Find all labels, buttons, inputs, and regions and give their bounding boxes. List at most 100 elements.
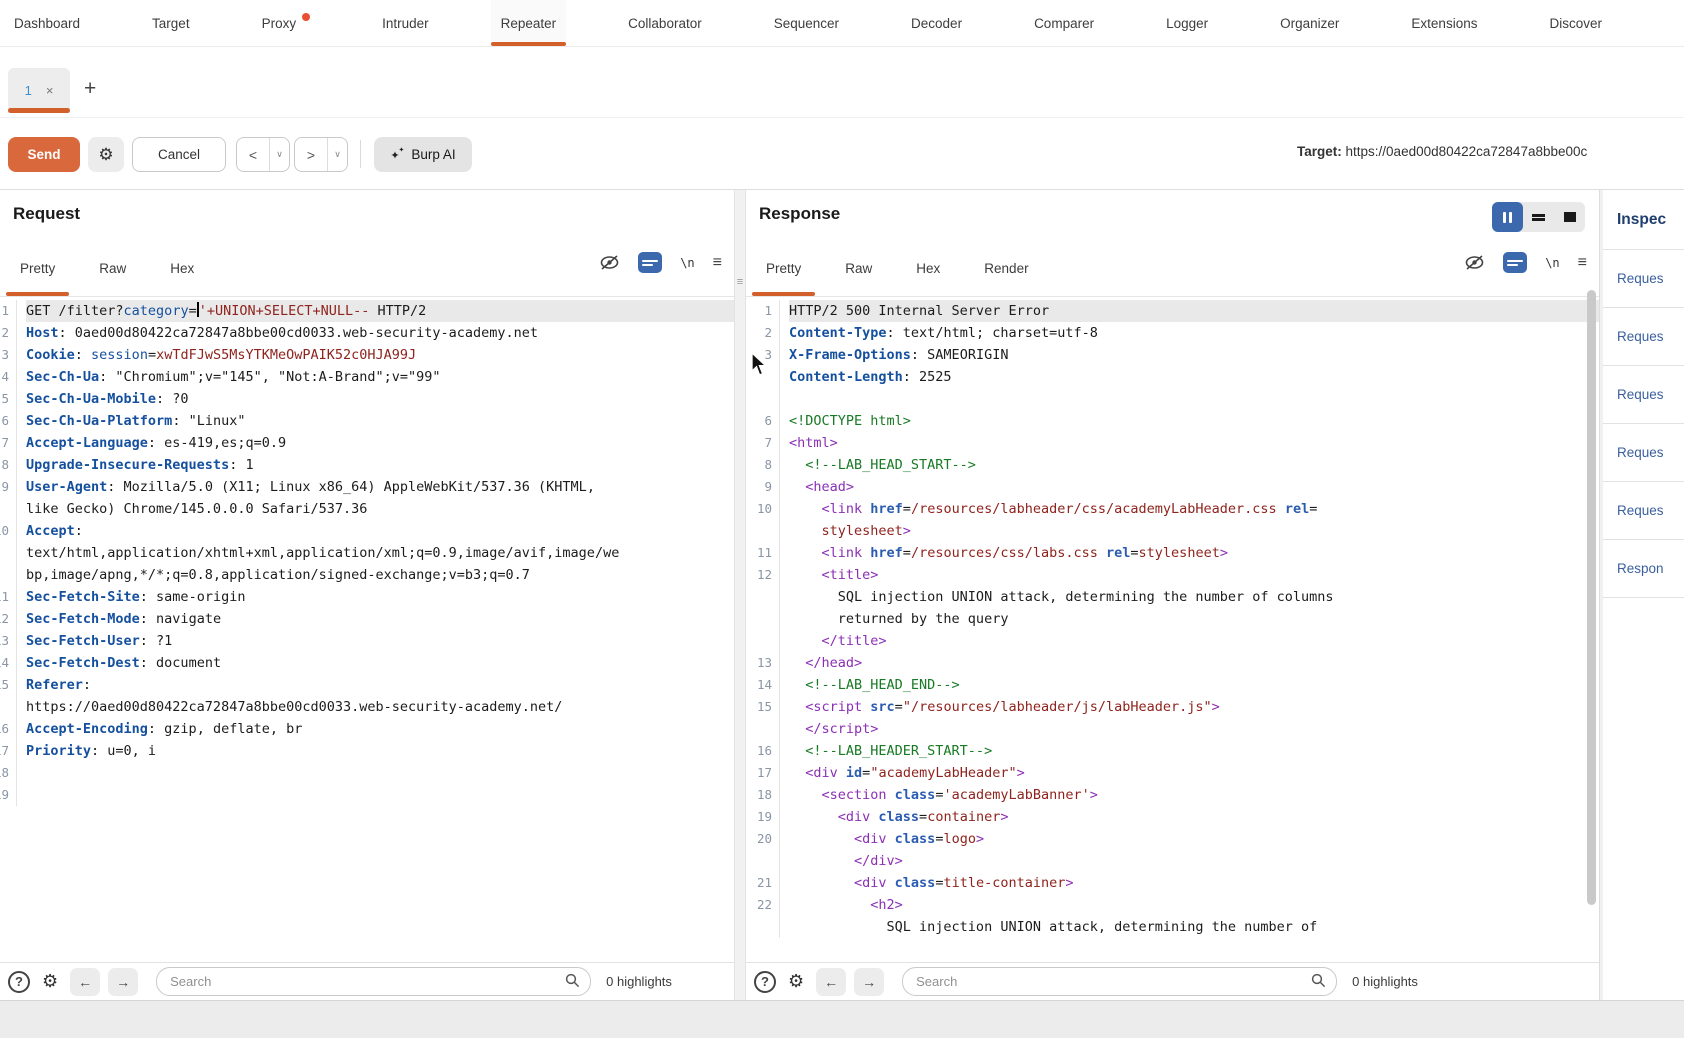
code-line[interactable]: 7Accept-Language: es-419,es;q=0.9 [0, 432, 734, 454]
code-line[interactable]: stylesheet> [746, 520, 1599, 542]
tab-target[interactable]: Target [152, 0, 190, 46]
help-icon[interactable]: ? [754, 971, 776, 993]
code-line[interactable]: 3X-Frame-Options: SAMEORIGIN [746, 344, 1599, 366]
code-line[interactable]: 13Sec-Fetch-User: ?1 [0, 630, 734, 652]
code-line[interactable]: 21 <div class=title-container> [746, 872, 1599, 894]
tab-extensions[interactable]: Extensions [1411, 0, 1477, 46]
code-line[interactable]: 11Sec-Fetch-Site: same-origin [0, 586, 734, 608]
close-tab-icon[interactable]: × [46, 83, 54, 98]
search-settings-gear-icon[interactable]: ⚙ [788, 971, 804, 992]
view-tab-pretty[interactable]: Pretty [14, 240, 61, 296]
inspector-section[interactable]: Reques [1603, 308, 1684, 366]
previous-match-button[interactable]: ← [70, 968, 100, 996]
request-editor[interactable]: 1GET /filter?category='+UNION+SELECT+NUL… [0, 298, 734, 962]
code-line[interactable]: </div> [746, 850, 1599, 872]
add-tab-button[interactable]: + [84, 77, 96, 101]
tab-proxy[interactable]: Proxy [262, 0, 311, 46]
next-match-button[interactable]: → [854, 968, 884, 996]
code-line[interactable]: 10Accept: [0, 520, 734, 542]
code-line[interactable]: 9 <head> [746, 476, 1599, 498]
view-tab-hex[interactable]: Hex [910, 240, 946, 296]
view-tab-render[interactable]: Render [978, 240, 1034, 296]
code-line[interactable]: 20 <div class=logo> [746, 828, 1599, 850]
code-line[interactable]: 8Upgrade-Insecure-Requests: 1 [0, 454, 734, 476]
code-line[interactable]: 14Sec-Fetch-Dest: document [0, 652, 734, 674]
code-line[interactable]: like Gecko) Chrome/145.0.0.0 Safari/537.… [0, 498, 734, 520]
tab-collaborator[interactable]: Collaborator [628, 0, 702, 46]
code-line[interactable]: Content-Length: 2525 [746, 366, 1599, 388]
tab-intruder[interactable]: Intruder [382, 0, 429, 46]
code-line[interactable]: SQL injection UNION attack, determining … [746, 586, 1599, 608]
send-button[interactable]: Send [8, 137, 80, 172]
code-line[interactable]: 2Content-Type: text/html; charset=utf-8 [746, 322, 1599, 344]
tab-sequencer[interactable]: Sequencer [774, 0, 839, 46]
soft-wrap-icon[interactable] [638, 252, 662, 273]
search-settings-gear-icon[interactable]: ⚙ [42, 971, 58, 992]
inspector-section[interactable]: Reques [1603, 366, 1684, 424]
code-line[interactable]: </script> [746, 718, 1599, 740]
code-line[interactable]: 15Referer: [0, 674, 734, 696]
view-tab-raw[interactable]: Raw [839, 240, 878, 296]
code-line[interactable]: 17 <div id="academyLabHeader"> [746, 762, 1599, 784]
burp-ai-button[interactable]: ✦✦ Burp AI [374, 137, 472, 172]
tab-discover[interactable]: Discover [1549, 0, 1602, 46]
panel-splitter-handle[interactable]: ≡ [735, 276, 745, 288]
response-search-input[interactable] [902, 967, 1337, 996]
code-line[interactable]: 13 </head> [746, 652, 1599, 674]
show-newlines-icon[interactable]: \n [1545, 256, 1559, 270]
pause-layout-icon[interactable] [1492, 202, 1523, 232]
view-tab-hex[interactable]: Hex [164, 240, 200, 296]
code-line[interactable]: 17Priority: u=0, i [0, 740, 734, 762]
tab-dashboard[interactable]: Dashboard [14, 0, 80, 46]
tab-repeater[interactable]: Repeater [491, 0, 567, 46]
cancel-button[interactable]: Cancel [132, 137, 226, 172]
code-line[interactable]: 11 <link href=/resources/css/labs.css re… [746, 542, 1599, 564]
code-line[interactable]: bp,image/apng,*/*;q=0.8,application/sign… [0, 564, 734, 586]
soft-wrap-icon[interactable] [1503, 252, 1527, 273]
show-newlines-icon[interactable]: \n [680, 256, 694, 270]
code-line[interactable]: 4Sec-Ch-Ua: "Chromium";v="145", "Not:A-B… [0, 366, 734, 388]
tab-logger[interactable]: Logger [1166, 0, 1208, 46]
code-line[interactable]: 2Host: 0aed00d80422ca72847a8bbe00cd0033.… [0, 322, 734, 344]
code-line[interactable]: 1HTTP/2 500 Internal Server Error [746, 300, 1599, 322]
back-button[interactable]: < [237, 138, 269, 171]
code-line[interactable]: 18 [0, 762, 734, 784]
repeater-session-tab[interactable]: 1 × [8, 68, 70, 113]
tab-decoder[interactable]: Decoder [911, 0, 962, 46]
hide-highlight-eye-slash-icon[interactable] [1464, 254, 1485, 271]
response-scrollbar-thumb[interactable] [1587, 290, 1596, 905]
inspector-section[interactable]: Respon [1603, 540, 1684, 598]
inspector-section[interactable]: Reques [1603, 482, 1684, 540]
editor-menu-icon[interactable]: ≡ [1578, 254, 1587, 272]
code-line[interactable]: 22 <h2> [746, 894, 1599, 916]
forward-button[interactable]: > [295, 138, 327, 171]
code-line[interactable]: 12Sec-Fetch-Mode: navigate [0, 608, 734, 630]
hide-highlight-eye-slash-icon[interactable] [599, 254, 620, 271]
view-tab-pretty[interactable]: Pretty [760, 240, 807, 296]
single-layout-icon[interactable] [1554, 202, 1585, 232]
code-line[interactable]: 8 <!--LAB_HEAD_START--> [746, 454, 1599, 476]
tab-organizer[interactable]: Organizer [1280, 0, 1339, 46]
code-line[interactable]: 7<html> [746, 432, 1599, 454]
back-dropdown-chevron-icon[interactable]: ∨ [269, 138, 289, 171]
code-line[interactable]: 12 <title> [746, 564, 1599, 586]
help-icon[interactable]: ? [8, 971, 30, 993]
inspector-section[interactable]: Reques [1603, 424, 1684, 482]
code-line[interactable]: 1GET /filter?category='+UNION+SELECT+NUL… [0, 300, 734, 322]
code-line[interactable]: 19 <div class=container> [746, 806, 1599, 828]
view-tab-raw[interactable]: Raw [93, 240, 132, 296]
forward-dropdown-chevron-icon[interactable]: ∨ [327, 138, 347, 171]
tab-comparer[interactable]: Comparer [1034, 0, 1094, 46]
code-line[interactable]: 14 <!--LAB_HEAD_END--> [746, 674, 1599, 696]
rows-layout-icon[interactable] [1523, 202, 1554, 232]
code-line[interactable]: 16Accept-Encoding: gzip, deflate, br [0, 718, 734, 740]
code-line[interactable]: 10 <link href=/resources/labheader/css/a… [746, 498, 1599, 520]
code-line[interactable]: returned by the query [746, 608, 1599, 630]
code-line[interactable] [746, 388, 1599, 410]
code-line[interactable]: 9User-Agent: Mozilla/5.0 (X11; Linux x86… [0, 476, 734, 498]
code-line[interactable]: 5Sec-Ch-Ua-Mobile: ?0 [0, 388, 734, 410]
code-line[interactable]: 6Sec-Ch-Ua-Platform: "Linux" [0, 410, 734, 432]
code-line[interactable]: 15 <script src="/resources/labheader/js/… [746, 696, 1599, 718]
code-line[interactable]: text/html,application/xhtml+xml,applicat… [0, 542, 734, 564]
code-line[interactable]: 18 <section class='academyLabBanner'> [746, 784, 1599, 806]
